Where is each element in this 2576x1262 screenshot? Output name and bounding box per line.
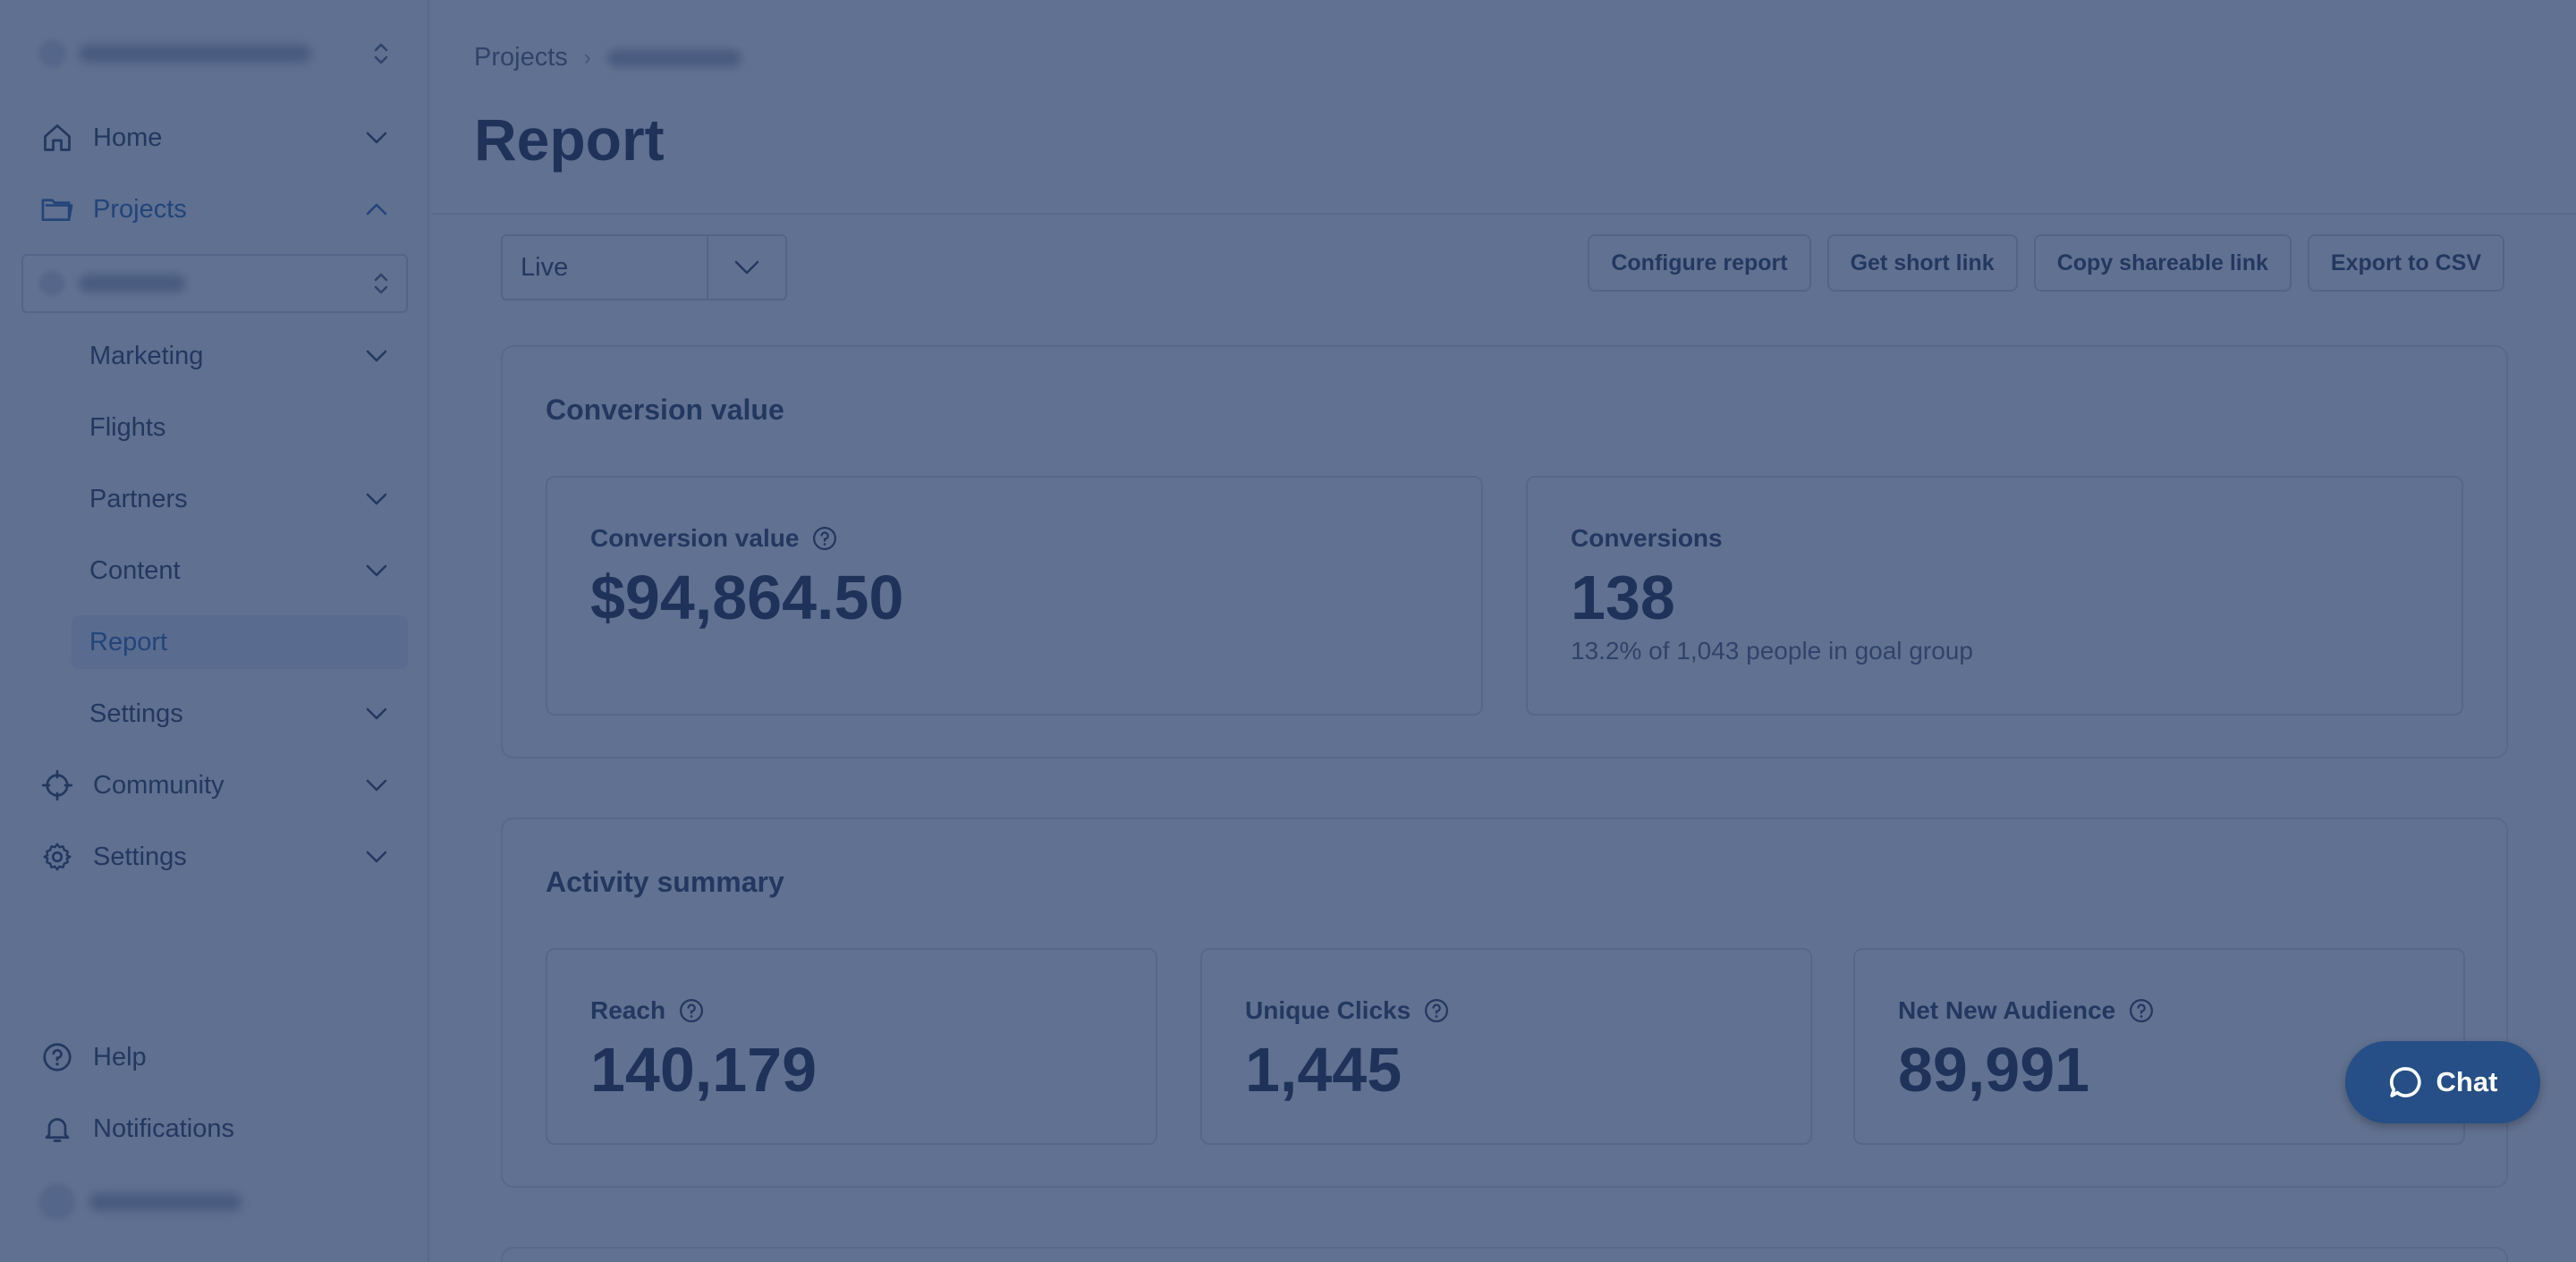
sidebar: Home Projects Marketing Flights Partners… [0, 0, 429, 1262]
card-value: $94,864.50 [590, 563, 904, 632]
sidebar-item-label: Notifications [93, 1114, 234, 1143]
activity-summary-section: Activity summary Reach 140,179 Unique Cl… [501, 817, 2508, 1188]
sidebar-item-content[interactable]: Content [72, 544, 408, 597]
card-label: Net New Audience [1898, 996, 2155, 1025]
crosshair-icon [21, 769, 93, 801]
project-selector[interactable] [21, 254, 408, 313]
chat-bubble-icon [2389, 1067, 2421, 1097]
chevron-down-icon[interactable] [345, 349, 408, 363]
card-label-text: Net New Audience [1898, 996, 2116, 1024]
sidebar-item-label: Flights [89, 412, 166, 442]
chevron-up-icon[interactable] [345, 202, 408, 216]
org-switcher[interactable] [39, 34, 390, 73]
reach-card: Reach 140,179 [546, 948, 1157, 1145]
breadcrumb-current-redacted[interactable] [606, 48, 741, 67]
sidebar-item-label: Help [93, 1042, 147, 1071]
updown-chevron-icon [374, 273, 388, 294]
report-toolbar: Live Configure report Get short link Cop… [501, 234, 2504, 301]
card-subtext: 13.2% of 1,043 people in goal group [1571, 637, 1973, 665]
conversion-value-section: Conversion value Conversion value $94,86… [501, 345, 2508, 758]
export-csv-button[interactable]: Export to CSV [2307, 234, 2504, 292]
conversions-card: Conversions 138 13.2% of 1,043 people in… [1526, 476, 2463, 716]
chevron-down-icon[interactable] [345, 707, 408, 721]
card-label: Reach [590, 996, 705, 1025]
org-avatar [39, 40, 66, 67]
chevron-down-icon[interactable] [707, 236, 785, 299]
sidebar-item-notifications[interactable]: Notifications [21, 1100, 408, 1157]
report-actions: Configure report Get short link Copy sha… [1588, 234, 2504, 292]
card-label-text: Conversions [1571, 524, 1723, 552]
conversion-value-card: Conversion value $94,864.50 [546, 476, 1483, 716]
avatar [39, 1184, 75, 1220]
next-section-peek [501, 1247, 2508, 1262]
sidebar-item-report[interactable]: Report [72, 615, 408, 669]
main-content: Projects › Report Live Configure report … [431, 0, 2576, 1262]
card-label-text: Unique Clicks [1245, 996, 1411, 1024]
section-title: Conversion value [546, 394, 784, 426]
sidebar-item-label: Home [93, 123, 163, 152]
sidebar-item-project-settings[interactable]: Settings [72, 687, 408, 741]
section-title: Activity summary [546, 866, 784, 898]
card-label: Unique Clicks [1245, 996, 1450, 1025]
chevron-down-icon[interactable] [345, 563, 408, 578]
chat-button[interactable]: Chat [2345, 1041, 2540, 1123]
card-label: Conversions [1571, 524, 1723, 553]
sidebar-item-label: Partners [89, 484, 188, 513]
user-name-redacted [89, 1193, 242, 1211]
card-value: 1,445 [1245, 1035, 1402, 1105]
sidebar-item-marketing[interactable]: Marketing [72, 329, 408, 383]
sidebar-item-home[interactable]: Home [21, 109, 408, 166]
configure-report-button[interactable]: Configure report [1588, 234, 1811, 292]
project-avatar [39, 271, 64, 296]
page-title: Report [474, 106, 665, 173]
sidebar-item-label: Settings [89, 699, 183, 728]
card-label: Conversion value [590, 524, 838, 553]
user-account[interactable] [39, 1182, 390, 1222]
sidebar-item-label: Content [89, 555, 181, 585]
help-circle-icon[interactable] [811, 525, 838, 552]
gear-icon [21, 841, 93, 873]
org-name-redacted [79, 45, 311, 63]
sidebar-item-label: Marketing [89, 341, 204, 370]
card-label-text: Conversion value [590, 524, 800, 552]
view-select-value: Live [521, 252, 569, 282]
sidebar-item-label: Report [89, 627, 168, 656]
help-circle-icon[interactable] [678, 997, 705, 1024]
sidebar-item-label: Settings [93, 842, 187, 871]
chat-button-label: Chat [2436, 1066, 2498, 1097]
card-value: 140,179 [590, 1035, 818, 1105]
card-value: 89,991 [1898, 1035, 2090, 1105]
bell-icon [21, 1113, 93, 1145]
breadcrumb: Projects › [474, 43, 741, 72]
card-value: 138 [1571, 563, 1675, 632]
sidebar-item-label: Community [93, 770, 225, 800]
view-select[interactable]: Live [501, 234, 787, 301]
breadcrumb-projects-link[interactable]: Projects [474, 43, 568, 72]
chevron-down-icon[interactable] [345, 131, 408, 145]
chevron-down-icon[interactable] [345, 492, 408, 506]
sidebar-item-community[interactable]: Community [21, 757, 408, 814]
sidebar-item-help[interactable]: Help [21, 1029, 408, 1086]
sidebar-item-partners[interactable]: Partners [72, 472, 408, 526]
unique-clicks-card: Unique Clicks 1,445 [1200, 948, 1812, 1145]
sidebar-item-settings[interactable]: Settings [21, 828, 408, 885]
chevron-down-icon[interactable] [345, 778, 408, 792]
get-short-link-button[interactable]: Get short link [1826, 234, 2018, 292]
folder-icon [21, 194, 93, 224]
help-circle-icon [21, 1041, 93, 1073]
updown-chevron-icon [374, 43, 388, 64]
project-name-redacted [79, 275, 186, 292]
chevron-down-icon[interactable] [345, 850, 408, 864]
sidebar-item-flights[interactable]: Flights [72, 401, 408, 454]
help-circle-icon[interactable] [1423, 997, 1450, 1024]
copy-shareable-link-button[interactable]: Copy shareable link [2033, 234, 2292, 292]
help-circle-icon[interactable] [2128, 997, 2155, 1024]
app-root: Home Projects Marketing Flights Partners… [0, 0, 2576, 1262]
chevron-right-icon: › [583, 45, 591, 70]
sidebar-item-projects[interactable]: Projects [21, 181, 408, 238]
page-header: Projects › Report [431, 0, 2576, 215]
card-label-text: Reach [590, 996, 666, 1024]
sidebar-item-label: Projects [93, 194, 187, 224]
home-icon [21, 122, 93, 154]
